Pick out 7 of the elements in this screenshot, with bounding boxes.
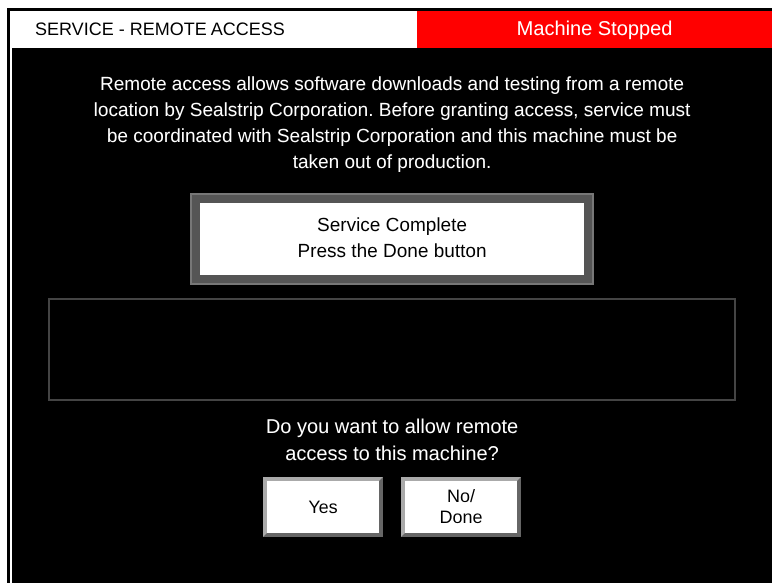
yes-button[interactable]: Yes	[263, 477, 383, 537]
screen-title: SERVICE - REMOTE ACCESS	[34, 18, 286, 41]
description-text: Remote access allows software downloads and testing from a remote location by Sealstrip Corporation. Before granting access, service must be coordinated with Sealstrip Corporation and this machine must be taken out of production.	[92, 73, 692, 175]
no-done-button[interactable]: No/ Done	[401, 477, 521, 537]
machine-status: Machine Stopped	[417, 11, 772, 48]
service-complete-button[interactable]: Service Complete Press the Done button	[192, 195, 592, 283]
question-text: Do you want to allow remote access to this machine?	[266, 415, 518, 467]
